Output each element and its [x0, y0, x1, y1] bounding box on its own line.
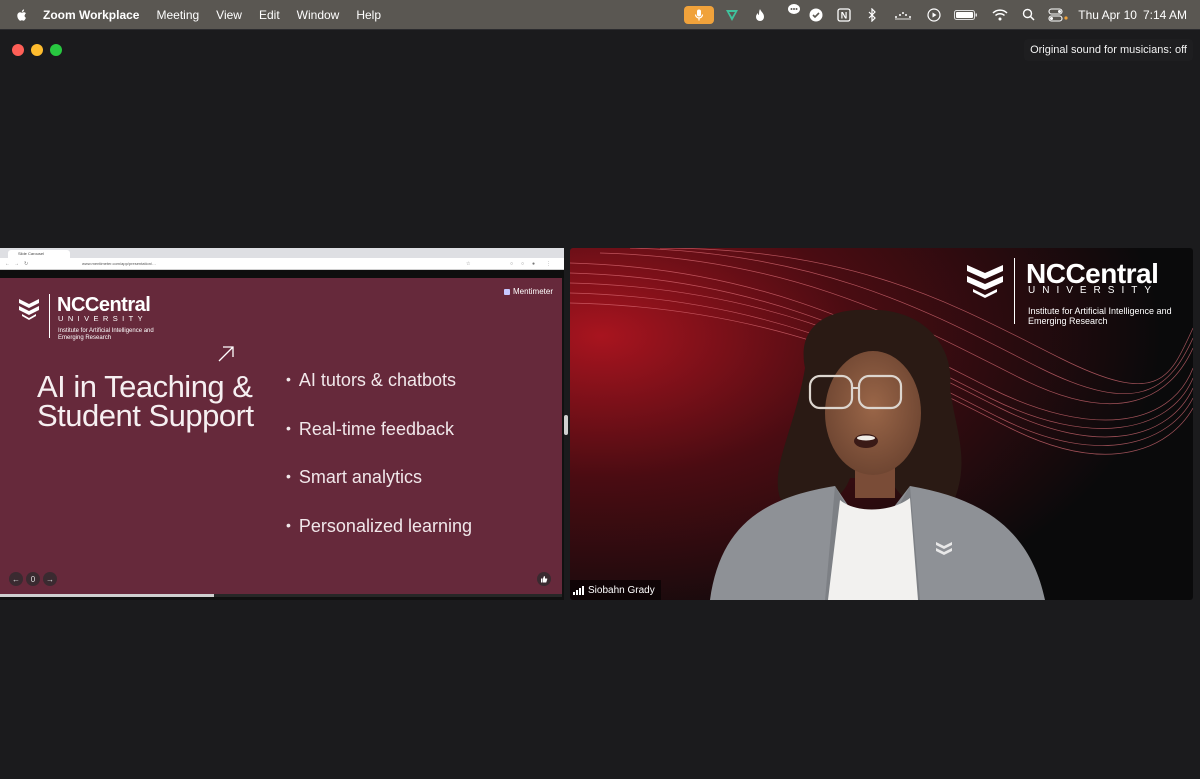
menu-window[interactable]: Window: [297, 8, 340, 22]
slide-bullet-list: AI tutors & chatbots Real-time feedback …: [286, 370, 472, 564]
slide-bullet: AI tutors & chatbots: [286, 370, 472, 419]
browser-address-bar: ← → ↻ www.mentimeter.com/app/presentatio…: [0, 258, 564, 270]
participant-name: Siobahn Grady: [588, 584, 655, 596]
reaction-button[interactable]: [537, 572, 551, 586]
chat-bubble-icon[interactable]: [786, 2, 802, 18]
mentimeter-label: Mentimeter: [512, 287, 553, 296]
apple-icon[interactable]: [15, 8, 29, 22]
menu-view[interactable]: View: [216, 8, 242, 22]
forward-arrow-icon[interactable]: →: [14, 262, 19, 267]
thumbs-up-icon: [541, 576, 548, 583]
wifi-icon[interactable]: [992, 7, 1008, 23]
window-minimize-button[interactable]: [31, 44, 43, 56]
menu-edit[interactable]: Edit: [259, 8, 280, 22]
browser-tab[interactable]: Slide Carousel: [8, 250, 70, 258]
connection-signal-icon: [573, 585, 584, 595]
search-icon[interactable]: [1020, 7, 1036, 23]
menu-meeting[interactable]: Meeting: [156, 8, 199, 22]
shared-screen-panel[interactable]: Slide Carousel ← → ↻ www.mentimeter.com/…: [0, 248, 564, 600]
app-menu[interactable]: Zoom Workplace: [43, 8, 139, 22]
slide-bullet: Personalized learning: [286, 516, 472, 565]
extension-icon-2[interactable]: ○: [521, 262, 526, 267]
previous-slide-button[interactable]: ←: [9, 572, 23, 586]
control-center-icon[interactable]: [1048, 7, 1068, 23]
slide-progress-fill: [0, 594, 214, 597]
flame-icon[interactable]: [752, 7, 768, 23]
microphone-status-button[interactable]: [684, 5, 715, 24]
menubar-date: Thu Apr 10: [1078, 7, 1137, 22]
dots-icon[interactable]: [892, 7, 914, 23]
nccu-logo-icon: [967, 265, 1003, 298]
slide-bullet: Smart analytics: [286, 467, 472, 516]
mentimeter-logo-icon: [503, 288, 510, 295]
original-sound-indicator[interactable]: Original sound for musicians: off: [1024, 39, 1193, 61]
bookmark-star-icon[interactable]: ☆: [466, 262, 471, 267]
vpn-icon[interactable]: [724, 7, 740, 23]
zoom-meeting-window: Original sound for musicians: off Slide …: [0, 29, 1200, 779]
logo-divider: [49, 294, 50, 338]
back-arrow-icon[interactable]: ←: [5, 262, 10, 267]
notion-icon[interactable]: N: [836, 7, 852, 23]
next-slide-button[interactable]: →: [43, 572, 57, 586]
video-logo-university: UNIVERSITY: [1028, 285, 1159, 296]
browser-tab-strip: Slide Carousel: [0, 248, 564, 258]
battery-icon[interactable]: [954, 7, 978, 23]
checkmark-icon[interactable]: [808, 7, 824, 23]
extension-icon[interactable]: ○: [510, 262, 515, 267]
menubar-time: 7:14 AM: [1142, 7, 1187, 22]
slide-progress-bar: [0, 594, 562, 597]
slide-spacer: [0, 270, 564, 278]
arrow-left-icon: ←: [12, 574, 20, 584]
menu-help[interactable]: Help: [356, 8, 381, 22]
video-logo-institute: Institute for Artificial Intelligence an…: [1028, 306, 1172, 326]
window-controls: [12, 44, 62, 56]
svg-text:N: N: [841, 10, 848, 20]
slide-title: AI in Teaching & Student Support: [37, 369, 254, 433]
split-view-resize-handle[interactable]: [564, 415, 568, 435]
arrow-right-icon: →: [46, 574, 54, 584]
mentimeter-branding: Mentimeter: [503, 287, 553, 296]
slide-logo-institute: Institute for Artificial Intelligence an…: [58, 328, 154, 341]
participant-name-tag: Siobahn Grady: [570, 580, 661, 600]
window-fullscreen-button[interactable]: [50, 44, 62, 56]
menu-bar: Zoom Workplace Meeting View Edit Window …: [0, 0, 1200, 29]
slide-page-indicator[interactable]: 0: [26, 572, 40, 586]
bluetooth-icon[interactable]: [864, 7, 880, 23]
browser-url-text[interactable]: www.mentimeter.com/app/presentation/…: [82, 261, 156, 266]
video-feed: [570, 248, 1193, 600]
slide-logo-university: UNIVERSITY: [58, 314, 148, 323]
participant-video-tile[interactable]: NCCentral UNIVERSITY Institute for Artif…: [570, 248, 1193, 600]
browser-menu-icon[interactable]: ⋮: [546, 262, 551, 267]
menubar-clock[interactable]: Thu Apr 10 7:14 AM: [1078, 8, 1187, 22]
play-icon[interactable]: [926, 7, 942, 23]
arrow-up-right-icon: [218, 346, 234, 362]
presentation-slide: NCCentral UNIVERSITY Institute for Artif…: [0, 278, 562, 594]
reload-icon[interactable]: ↻: [24, 262, 29, 267]
profile-icon[interactable]: ●: [532, 262, 537, 267]
slide-bullet: Real-time feedback: [286, 419, 472, 468]
window-close-button[interactable]: [12, 44, 24, 56]
logo-divider: [1014, 258, 1015, 324]
microphone-icon: [695, 9, 704, 20]
nccu-logo-icon: [19, 299, 39, 320]
